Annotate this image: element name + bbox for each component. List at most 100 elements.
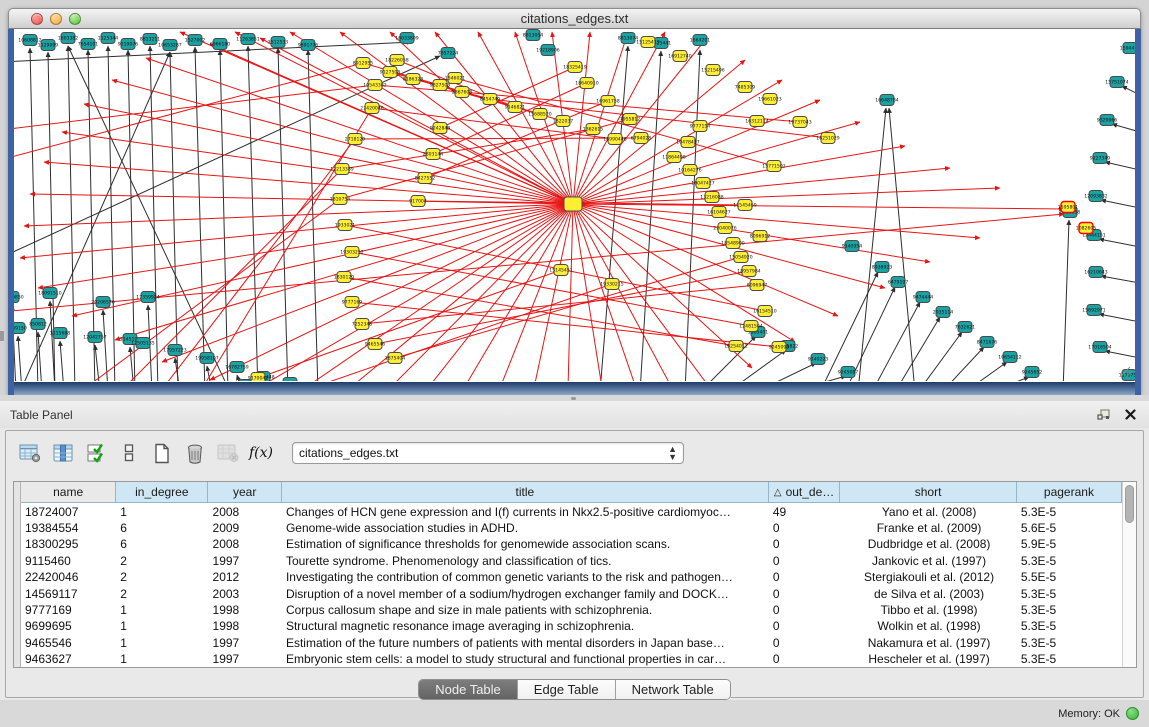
row-options-icon[interactable] — [115, 439, 143, 467]
cell-pagerank[interactable]: 5.3E-5 — [1017, 651, 1122, 667]
yellow-node[interactable]: 16154510 — [753, 306, 776, 317]
teal-node[interactable]: 8938923 — [872, 262, 893, 273]
cell-title[interactable]: Tourette syndrome. Phenomenology and cla… — [282, 552, 769, 568]
yellow-node[interactable]: 16251029 — [816, 133, 839, 144]
yellow-node[interactable]: 15145451 — [549, 265, 572, 276]
cell-in_degree[interactable]: 6 — [116, 536, 208, 552]
yellow-node[interactable]: 8096947 — [747, 280, 768, 291]
cell-year[interactable]: 1997 — [209, 634, 282, 650]
table-row[interactable]: 1872400712008Changes of HCN gene express… — [14, 503, 1122, 519]
column-visibility-icon[interactable] — [82, 439, 110, 467]
yellow-node[interactable]: 15254012 — [724, 341, 747, 352]
cell-name[interactable]: 14569117 — [21, 585, 116, 601]
cell-out_degree[interactable]: 0 — [769, 552, 840, 568]
table-row[interactable]: 1456911722003Disruption of a novel membe… — [14, 585, 1122, 601]
minimize-window-icon[interactable] — [50, 13, 62, 25]
yellow-node[interactable]: 1830129 — [334, 272, 355, 283]
teal-node[interactable]: 16648784 — [875, 95, 898, 106]
yellow-node[interactable]: 917004 — [409, 196, 427, 207]
teal-node[interactable]: 8813054 — [523, 30, 544, 41]
yellow-node[interactable]: 9146821 — [505, 102, 526, 113]
teal-node[interactable]: 2935114 — [933, 307, 954, 318]
teal-node[interactable]: 850812 — [29, 319, 47, 330]
cell-title[interactable]: Estimation of the future numbers of pati… — [282, 634, 769, 650]
column-header-in_degree[interactable]: in_degree — [116, 482, 208, 503]
cell-title[interactable]: Investigating the contribution of common… — [282, 569, 769, 585]
cell-in_degree[interactable]: 1 — [116, 618, 208, 634]
cell-pagerank[interactable]: 5.3E-5 — [1017, 585, 1122, 601]
cell-short[interactable]: Wolkin et al. (1998) — [840, 618, 1017, 634]
float-panel-icon[interactable] — [1095, 407, 1113, 423]
cell-name[interactable]: 9465546 — [21, 634, 116, 650]
table-row[interactable]: 1938455462009Genome-wide association stu… — [14, 519, 1122, 535]
teal-node[interactable]: 20206576 — [91, 297, 114, 308]
teal-node[interactable]: 6966180 — [210, 39, 231, 50]
cell-pagerank[interactable]: 5.6E-5 — [1017, 519, 1122, 535]
yellow-node[interactable]: 9127508 — [380, 67, 401, 78]
teal-node[interactable]: 9891776 — [298, 40, 319, 51]
tab-node-table[interactable]: Node Table — [419, 680, 518, 699]
teal-node[interactable]: 9474444 — [913, 292, 934, 303]
yellow-node[interactable]: 15054920 — [729, 252, 752, 263]
tab-network-table[interactable]: Network Table — [616, 680, 730, 699]
yellow-node[interactable]: 19303252 — [340, 247, 363, 258]
cell-name[interactable]: 18724007 — [21, 503, 116, 519]
table-row[interactable]: 946554611997Estimation of the future num… — [14, 634, 1122, 650]
cell-short[interactable]: Tibbo et al. (1998) — [840, 601, 1017, 617]
column-header-pagerank[interactable]: pagerank — [1017, 482, 1122, 503]
teal-node[interactable]: 1594410 — [1120, 43, 1135, 54]
cell-name[interactable]: 9115460 — [21, 552, 116, 568]
yellow-node[interactable]: 9827508 — [430, 80, 451, 91]
yellow-node[interactable]: 1933021 — [335, 220, 356, 231]
cell-title[interactable]: Structural magnetic resonance image aver… — [282, 618, 769, 634]
teal-node[interactable]: 9140954 — [842, 241, 863, 252]
teal-node[interactable]: 9329966 — [1097, 115, 1118, 126]
yellow-node[interactable]: 19737043 — [788, 117, 811, 128]
teal-node[interactable]: 8471676 — [977, 337, 998, 348]
teal-node[interactable]: 18091510 — [38, 288, 61, 299]
close-window-icon[interactable] — [31, 13, 43, 25]
table-mode-icon[interactable] — [16, 439, 44, 467]
table-vertical-scrollbar[interactable] — [1122, 482, 1136, 667]
table-row[interactable]: 977716911998Corpus callosum shape and si… — [14, 601, 1122, 617]
yellow-node[interactable]: 7252348 — [352, 319, 373, 330]
yellow-node[interactable]: 10164276 — [678, 165, 701, 176]
yellow-node[interactable]: 11864498 — [662, 152, 685, 163]
zoom-window-icon[interactable] — [69, 13, 81, 25]
cell-year[interactable]: 1997 — [209, 552, 282, 568]
teal-node[interactable]: 15692971 — [1082, 305, 1105, 316]
scrollbar-thumb[interactable] — [1125, 485, 1134, 523]
cell-short[interactable]: Stergiakouli et al. (2012) — [840, 569, 1017, 585]
yellow-node[interactable]: 18226058 — [385, 55, 408, 66]
cell-short[interactable]: Yano et al. (2008) — [840, 503, 1017, 519]
cell-out_degree[interactable]: 0 — [769, 651, 840, 667]
teal-node[interactable]: 16033809 — [395, 33, 418, 44]
create-column-icon[interactable] — [148, 439, 176, 467]
cell-out_degree[interactable]: 0 — [769, 601, 840, 617]
teal-node[interactable]: 1527002 — [185, 35, 206, 46]
table-row[interactable]: 2242004622012Investigating the contribut… — [14, 569, 1122, 585]
teal-node[interactable]: 15751074 — [1105, 77, 1128, 88]
yellow-node[interactable] — [564, 197, 582, 211]
network-window-titlebar[interactable]: citations_edges.txt — [8, 8, 1141, 29]
column-header-short[interactable]: short — [840, 482, 1017, 503]
cell-pagerank[interactable]: 5.3E-5 — [1017, 601, 1122, 617]
cell-out_degree[interactable]: 0 — [769, 519, 840, 535]
yellow-node[interactable]: 22040076 — [713, 223, 736, 234]
cell-out_degree[interactable]: 0 — [769, 569, 840, 585]
show-columns-icon[interactable] — [49, 439, 77, 467]
cell-year[interactable]: 1998 — [209, 618, 282, 634]
tab-edge-table[interactable]: Edge Table — [518, 680, 616, 699]
teal-node[interactable]: 7857224 — [438, 48, 459, 59]
yellow-node[interactable]: 19330215 — [600, 279, 623, 290]
cell-in_degree[interactable]: 2 — [116, 585, 208, 601]
yellow-node[interactable]: 15215496 — [701, 65, 724, 76]
network-canvas[interactable]: 1060881211290991603382765410111253449219… — [14, 29, 1135, 382]
yellow-node[interactable]: 7955812 — [620, 114, 641, 125]
memory-status-icon[interactable] — [1126, 707, 1139, 720]
column-header-out_degree[interactable]: △out_de… — [769, 482, 840, 503]
cell-short[interactable]: Dudbridge et al. (2008) — [840, 536, 1017, 552]
cell-short[interactable]: de Silva et al. (2003) — [840, 585, 1017, 601]
cell-short[interactable]: Jankovic et al. (1997) — [840, 552, 1017, 568]
yellow-node[interactable]: 1810754 — [330, 194, 351, 205]
